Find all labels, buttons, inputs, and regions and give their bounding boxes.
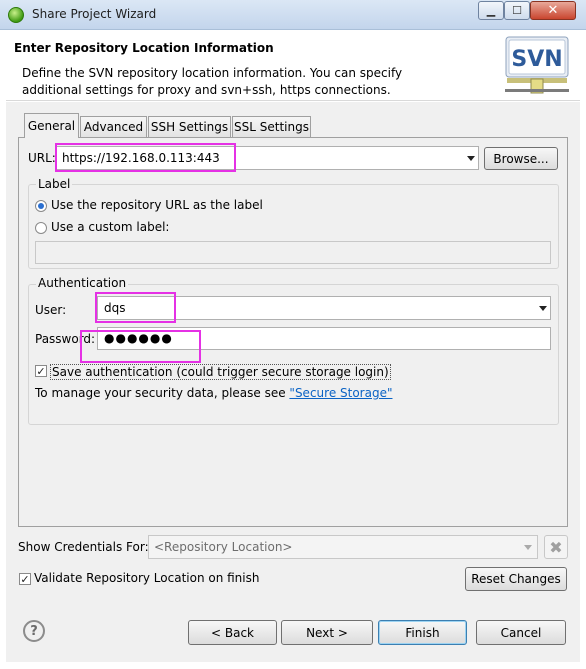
reset-changes-button[interactable]: Reset Changes	[465, 567, 567, 591]
tab-ssh-settings[interactable]: SSH Settings	[148, 116, 231, 137]
chevron-down-icon	[539, 306, 547, 311]
user-highlight	[95, 292, 176, 323]
security-info: To manage your security data, please see…	[35, 386, 392, 400]
tab-ssl-settings[interactable]: SSL Settings	[232, 116, 311, 137]
credentials-value: <Repository Location>	[154, 540, 293, 554]
use-custom-label-text: Use a custom label:	[51, 220, 170, 234]
validate-label: Validate Repository Location on finish	[34, 571, 260, 585]
maximize-button[interactable]: ☐	[504, 1, 530, 20]
window-title: Share Project Wizard	[32, 7, 157, 21]
tab-general[interactable]: General	[24, 113, 79, 138]
security-text: To manage your security data, please see	[35, 386, 290, 400]
chevron-down-icon	[467, 156, 475, 161]
close-button[interactable]: ✕	[530, 1, 576, 20]
save-authentication-label: Save authentication (could trigger secur…	[50, 364, 391, 380]
tab-advanced[interactable]: Advanced	[80, 116, 147, 137]
chevron-down-icon	[524, 545, 532, 550]
eclipse-icon	[8, 7, 24, 23]
user-label: User:	[35, 303, 67, 317]
back-button[interactable]: < Back	[188, 620, 277, 645]
browse-button[interactable]: Browse...	[484, 147, 558, 170]
credentials-combo[interactable]: <Repository Location>	[148, 535, 538, 559]
validate-checkbox[interactable]: ✓	[19, 573, 31, 585]
finish-button[interactable]: Finish	[378, 620, 467, 645]
page-title: Enter Repository Location Information	[14, 41, 274, 55]
delete-credentials-icon[interactable]: ✖	[544, 535, 568, 559]
save-authentication-checkbox[interactable]: ✓	[35, 365, 47, 377]
use-url-label-text: Use the repository URL as the label	[51, 198, 263, 212]
minimize-button[interactable]: ▁	[478, 1, 504, 20]
svn-logo-text: SVN	[511, 47, 562, 72]
svn-logo-icon: SVN	[503, 35, 571, 95]
cancel-button[interactable]: Cancel	[476, 620, 566, 645]
page-description: Define the SVN repository location infor…	[22, 66, 403, 97]
help-icon[interactable]: ?	[23, 620, 45, 642]
password-highlight	[80, 330, 201, 363]
url-highlight	[55, 143, 236, 172]
authentication-group-title: Authentication	[36, 276, 129, 290]
next-button[interactable]: Next >	[281, 620, 373, 645]
label-group-title: Label	[36, 177, 73, 191]
url-label: URL:	[28, 151, 56, 165]
use-custom-label-radio[interactable]	[35, 222, 47, 234]
use-url-label-radio[interactable]	[35, 200, 47, 212]
show-credentials-label: Show Credentials For:	[18, 540, 149, 554]
custom-label-input[interactable]	[35, 241, 551, 264]
secure-storage-link[interactable]: "Secure Storage"	[289, 386, 392, 400]
